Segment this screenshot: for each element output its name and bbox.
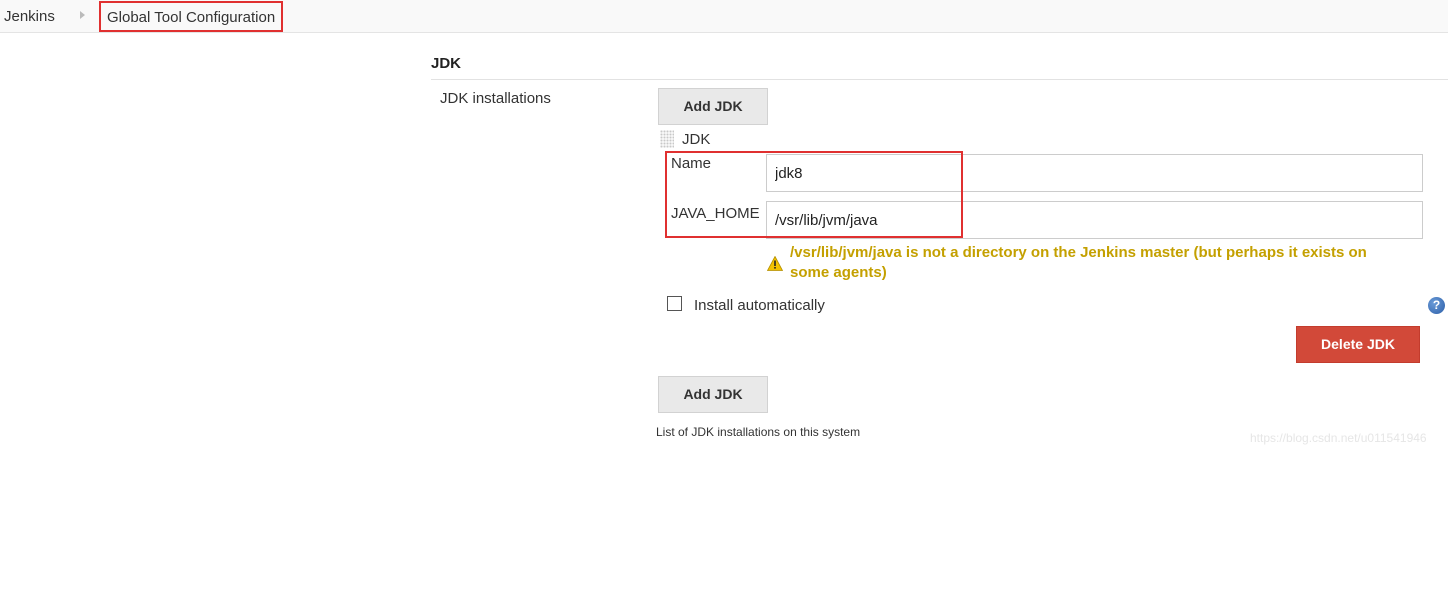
- name-field[interactable]: [766, 154, 1423, 192]
- watermark: https://blog.csdn.net/u011541946: [1250, 431, 1427, 445]
- drag-handle-icon[interactable]: [660, 130, 674, 148]
- breadcrumb-home-link[interactable]: Jenkins: [4, 8, 55, 25]
- name-label: Name: [671, 155, 712, 172]
- java-home-field[interactable]: [766, 201, 1423, 239]
- add-jdk-button-bottom[interactable]: Add JDK: [658, 376, 768, 413]
- section-divider: [431, 79, 1448, 80]
- java-home-label: JAVA_HOME: [671, 205, 760, 222]
- section-title: JDK: [431, 55, 462, 72]
- warning-icon: [767, 256, 783, 271]
- breadcrumb-current-page[interactable]: Global Tool Configuration: [99, 1, 284, 32]
- help-icon[interactable]: ?: [1428, 297, 1445, 314]
- install-automatically-label[interactable]: Install automatically: [694, 297, 825, 314]
- breadcrumb: Jenkins Global Tool Configuration: [0, 0, 1448, 33]
- delete-jdk-button[interactable]: Delete JDK: [1296, 326, 1420, 363]
- install-automatically-checkbox[interactable]: [667, 296, 682, 311]
- jdk-installations-label: JDK installations: [440, 90, 551, 107]
- java-home-warning: /vsr/lib/jvm/java is not a directory on …: [790, 244, 1367, 281]
- breadcrumb-separator-icon: [80, 11, 85, 19]
- jdk-item-header: JDK: [682, 131, 711, 148]
- jdk-installations-description: List of JDK installations on this system: [656, 425, 861, 439]
- add-jdk-button[interactable]: Add JDK: [658, 88, 768, 125]
